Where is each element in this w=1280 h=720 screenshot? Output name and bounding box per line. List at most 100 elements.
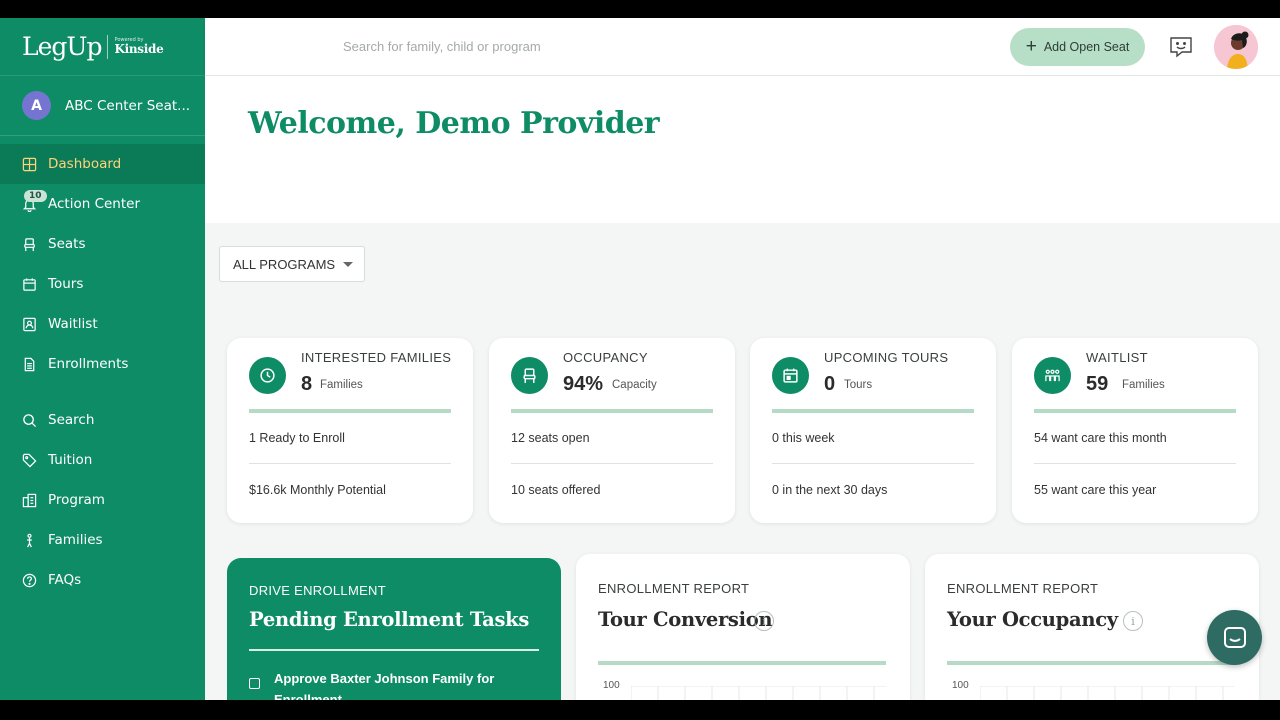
y-axis-tick-label: 100 bbox=[952, 680, 969, 691]
stat-card-waitlist[interactable]: WAITLIST 59 Families 54 want care this m… bbox=[1012, 338, 1258, 523]
sidebar-item-families[interactable]: Families bbox=[0, 520, 205, 560]
info-icon[interactable]: i bbox=[754, 611, 774, 631]
stat-bar bbox=[511, 409, 713, 413]
partner-name: Kinside bbox=[114, 42, 164, 56]
sidebar-item-label: Enrollments bbox=[48, 356, 129, 372]
brand-separator bbox=[107, 34, 109, 59]
brand-logo[interactable]: LegUp Powered by Kinside bbox=[0, 18, 205, 76]
welcome-banner bbox=[205, 76, 1280, 223]
sidebar-nav: Dashboard 10 Action Center Seats Tours W… bbox=[0, 136, 205, 600]
person-card-icon bbox=[23, 317, 36, 331]
card-eyebrow: DRIVE ENROLLMENT bbox=[249, 583, 386, 598]
stat-value: 94% bbox=[563, 373, 604, 395]
sidebar: LegUp Powered by Kinside A ABC Center Se… bbox=[0, 18, 205, 700]
info-icon[interactable]: i bbox=[1123, 611, 1143, 631]
stat-value: 8 bbox=[301, 373, 313, 395]
stat-divider bbox=[1034, 463, 1236, 464]
account-name: ABC Center Seat... bbox=[65, 97, 191, 114]
add-open-seat-label: Add Open Seat bbox=[1043, 40, 1130, 54]
stat-unit: Capacity bbox=[612, 379, 657, 391]
account-switcher[interactable]: A ABC Center Seat... bbox=[0, 76, 205, 136]
grid-icon bbox=[22, 157, 37, 171]
sidebar-item-waitlist[interactable]: Waitlist bbox=[0, 304, 205, 344]
sidebar-item-label: Dashboard bbox=[48, 156, 122, 172]
sidebar-item-action-center[interactable]: 10 Action Center bbox=[0, 184, 205, 224]
user-illustration-icon bbox=[1214, 25, 1258, 69]
chat-bubble-icon bbox=[1223, 626, 1246, 648]
stat-detail-primary: 0 this week bbox=[772, 431, 835, 445]
stat-title: WAITLIST bbox=[1086, 350, 1148, 365]
sidebar-item-program[interactable]: Program bbox=[0, 480, 205, 520]
stat-card-occupancy[interactable]: OCCUPANCY 94% Capacity 12 seats open 10 … bbox=[489, 338, 735, 523]
stat-unit: Tours bbox=[844, 379, 873, 391]
sidebar-item-dashboard[interactable]: Dashboard bbox=[0, 144, 205, 184]
app-frame: LegUp Powered by Kinside A ABC Center Se… bbox=[0, 18, 1280, 700]
stat-detail-secondary: 0 in the next 30 days bbox=[772, 483, 888, 497]
search-input[interactable] bbox=[343, 39, 763, 54]
stat-value: 0 bbox=[824, 373, 836, 395]
task-item-label: Approve Baxter Johnson Family for Enroll… bbox=[274, 671, 495, 700]
search-icon bbox=[23, 413, 37, 427]
sidebar-item-enrollments[interactable]: Enrollments bbox=[0, 344, 205, 384]
task-item[interactable]: Approve Baxter Johnson Family for Enroll… bbox=[249, 668, 504, 700]
top-bar: + Add Open Seat bbox=[205, 18, 1280, 76]
stat-divider bbox=[511, 463, 713, 464]
card-title: Pending Enrollment Tasks bbox=[249, 608, 530, 631]
stat-title: OCCUPANCY bbox=[563, 350, 648, 365]
stat-value: 59 bbox=[1086, 373, 1109, 395]
chair-icon bbox=[523, 368, 536, 383]
caret-down-icon bbox=[343, 261, 354, 267]
stat-icon-badge bbox=[772, 357, 809, 394]
chair-icon bbox=[24, 237, 35, 251]
card-eyebrow: ENROLLMENT REPORT bbox=[598, 581, 750, 596]
kinside-logo: Powered by Kinside bbox=[114, 38, 164, 56]
stat-icon-badge bbox=[1034, 357, 1071, 394]
stat-divider bbox=[772, 463, 974, 464]
calendar-icon bbox=[783, 368, 798, 383]
feedback-chat-icon[interactable] bbox=[1169, 36, 1193, 58]
card-rule bbox=[947, 661, 1235, 665]
stat-detail-primary: 54 want care this month bbox=[1034, 431, 1167, 445]
card-title: Tour Conversion bbox=[598, 608, 773, 631]
family-icon bbox=[27, 533, 32, 547]
sidebar-item-label: Tuition bbox=[48, 452, 93, 468]
card-rule bbox=[598, 661, 886, 665]
sidebar-item-label: Program bbox=[48, 492, 105, 508]
sidebar-item-tuition[interactable]: Tuition bbox=[0, 440, 205, 480]
building-icon bbox=[22, 493, 37, 507]
stat-detail-primary: 1 Ready to Enroll bbox=[249, 431, 345, 445]
sidebar-item-seats[interactable]: Seats bbox=[0, 224, 205, 264]
sidebar-item-label: Waitlist bbox=[48, 316, 98, 332]
stat-icon-badge bbox=[511, 357, 548, 394]
document-icon bbox=[24, 357, 35, 371]
sidebar-item-label: FAQs bbox=[48, 572, 82, 588]
sidebar-item-tours[interactable]: Tours bbox=[0, 264, 205, 304]
stat-title: INTERESTED FAMILIES bbox=[301, 350, 452, 365]
sidebar-item-label: Search bbox=[48, 412, 95, 428]
stat-bar bbox=[772, 409, 974, 413]
user-avatar[interactable] bbox=[1214, 25, 1258, 69]
sidebar-item-search[interactable]: Search bbox=[0, 400, 205, 440]
family-icon bbox=[1045, 369, 1060, 382]
sidebar-item-label: Tours bbox=[48, 276, 84, 292]
card-title: Your Occupancy bbox=[947, 608, 1118, 631]
plus-icon: + bbox=[1025, 36, 1037, 57]
support-chat-button[interactable] bbox=[1207, 610, 1262, 665]
card-rule bbox=[249, 649, 539, 651]
page-title: Welcome, Demo Provider bbox=[248, 106, 660, 141]
clock-icon bbox=[260, 368, 275, 383]
stat-unit: Families bbox=[1122, 379, 1165, 391]
sidebar-item-label: Action Center bbox=[48, 196, 141, 212]
program-filter-dropdown[interactable]: ALL PROGRAMS bbox=[219, 246, 365, 282]
calendar-icon bbox=[23, 277, 36, 291]
sidebar-item-faqs[interactable]: FAQs bbox=[0, 560, 205, 600]
legup-logo: LegUp bbox=[22, 32, 102, 61]
question-icon bbox=[22, 573, 37, 587]
stat-card-interested-families[interactable]: INTERESTED FAMILIES 8 Families 1 Ready t… bbox=[227, 338, 473, 523]
card-eyebrow: ENROLLMENT REPORT bbox=[947, 581, 1099, 596]
main-content: Welcome, Demo Provider ALL PROGRAMS INTE… bbox=[205, 76, 1280, 700]
add-open-seat-button[interactable]: + Add Open Seat bbox=[1010, 28, 1145, 66]
task-checkbox[interactable] bbox=[249, 678, 260, 689]
stat-card-upcoming-tours[interactable]: UPCOMING TOURS 0 Tours 0 this week 0 in … bbox=[750, 338, 996, 523]
